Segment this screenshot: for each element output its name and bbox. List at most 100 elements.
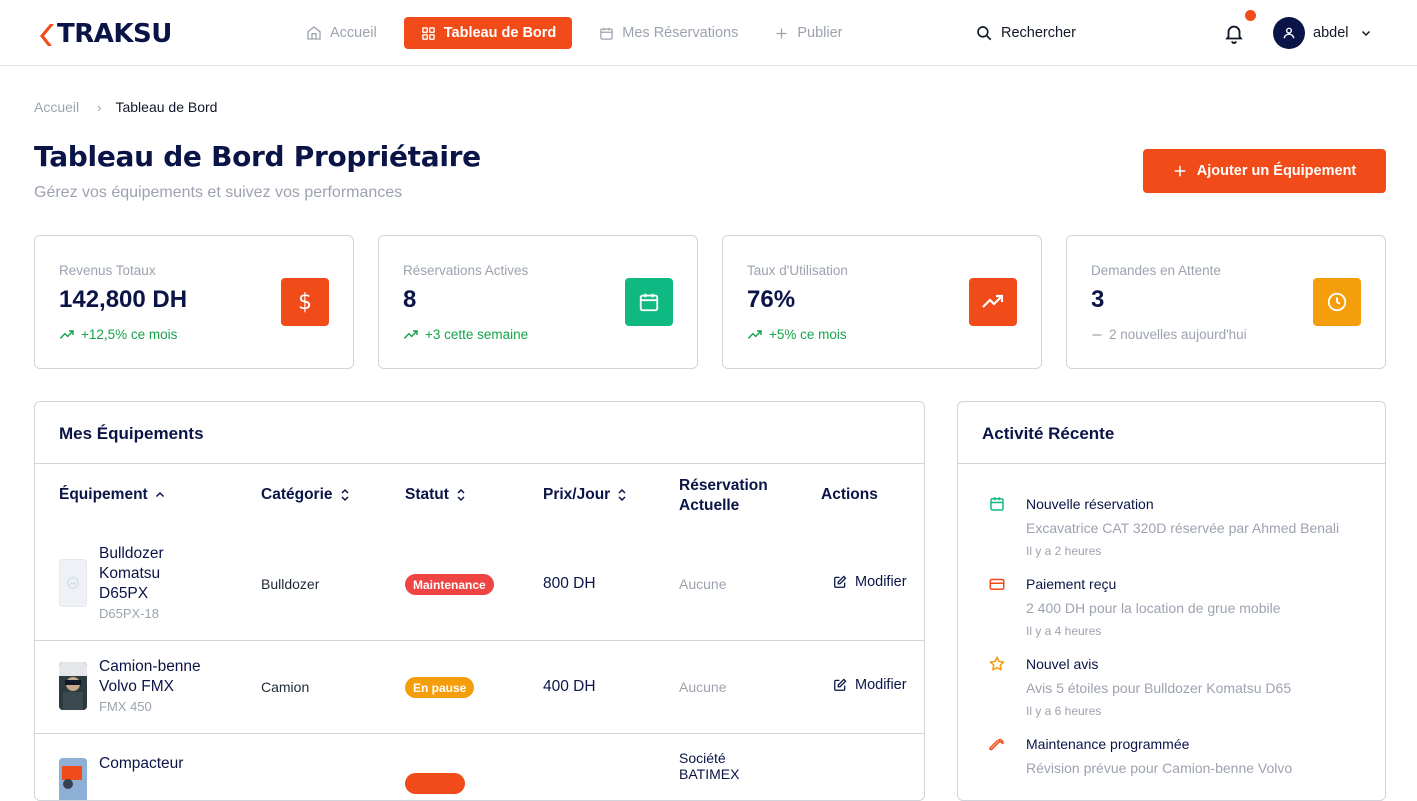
page-subtitle: Gérez vos équipements et suivez vos perf…: [34, 184, 403, 201]
modify-label: Modifier: [855, 677, 907, 693]
search-button[interactable]: Rechercher: [975, 24, 1076, 42]
status-badge: En pause: [405, 677, 475, 698]
nav-item-tableau-de-bord[interactable]: Tableau de Bord: [403, 17, 573, 49]
activity-time: Il y a 4 heures: [1026, 624, 1102, 638]
column-price[interactable]: Prix/Jour: [543, 486, 628, 504]
image-placeholder-icon: [67, 577, 79, 589]
add-equipment-button[interactable]: Ajouter un Équipement: [1143, 149, 1386, 193]
notification-dot: [1245, 10, 1256, 21]
activity-time: Il y a 2 heures: [1026, 544, 1102, 558]
user-icon: [1283, 27, 1295, 39]
equipment-model: D65PX-18: [99, 606, 159, 621]
minus-icon: [1092, 333, 1102, 336]
trend-up-icon: [59, 329, 74, 339]
wrench-icon: [989, 738, 1004, 751]
column-category[interactable]: Catégorie: [261, 486, 351, 504]
status-badge: Maintenance: [405, 574, 494, 595]
column-label: Réservation Actuelle: [679, 477, 768, 514]
stat-value: 76%: [747, 286, 796, 313]
user-menu[interactable]: abdel: [1273, 17, 1372, 49]
activity-time: Il y a 6 heures: [1026, 704, 1102, 718]
brand-logo[interactable]: TRAKSU: [38, 19, 172, 49]
column-label: Équipement: [59, 486, 148, 503]
calendar-icon: [600, 27, 614, 40]
nav-label: Publier: [797, 25, 843, 41]
chevron-up-icon: [155, 491, 164, 498]
stat-card-reservations: Réservations Actives 8 +3 cette semaine: [378, 235, 698, 369]
trend-up-icon: [982, 294, 1004, 308]
nav-item-accueil[interactable]: Accueil: [297, 17, 386, 49]
chevron-down-icon: [1362, 30, 1371, 37]
equipment-category: Camion: [261, 679, 310, 695]
equipment-price: 400 DH: [543, 678, 596, 695]
stat-value: 142,800 DH: [59, 286, 188, 313]
activity-description: Avis 5 étoiles pour Bulldozer Komatsu D6…: [1026, 680, 1292, 696]
avatar: [1273, 17, 1305, 49]
stat-label: Demandes en Attente: [1091, 263, 1221, 278]
trend-up-icon: [403, 329, 418, 339]
equipment-name[interactable]: Camion-benne Volvo FMX: [99, 657, 209, 697]
column-label: Actions: [821, 486, 878, 503]
sort-icon: [457, 488, 465, 502]
sort-icon: [340, 488, 349, 502]
activity-description: Révision prévue pour Camion-benne Volvo: [1026, 760, 1293, 776]
calendar-icon: [990, 497, 1004, 511]
activity-panel: Activité Récente Nouvelle réservation Ex…: [957, 401, 1386, 801]
activity-panel-title: Activité Récente: [982, 424, 1115, 443]
column-label: Prix/Jour: [543, 486, 611, 503]
truck-photo-icon: [59, 662, 87, 710]
clock-icon: [1327, 292, 1347, 312]
modify-label: Modifier: [855, 574, 907, 590]
dollar-icon: $: [298, 289, 312, 315]
equipment-model: FMX 450: [99, 699, 152, 714]
main-nav: Accueil Tableau de Bord Mes Réservations…: [297, 17, 869, 49]
column-status[interactable]: Statut: [405, 486, 467, 504]
nav-item-publier[interactable]: Publier: [765, 17, 851, 49]
equipment-reservation: Aucune: [679, 576, 727, 592]
activity-description: 2 400 DH pour la location de grue mobile: [1026, 600, 1281, 616]
brand-name: TRAKSU: [57, 19, 172, 49]
column-label: Catégorie: [261, 486, 333, 503]
activity-title: Nouvel avis: [1026, 656, 1099, 672]
equipment-category: Bulldozer: [261, 576, 320, 592]
column-equipment[interactable]: Équipement: [59, 486, 166, 504]
equipment-name[interactable]: Compacteur: [99, 754, 299, 774]
equipment-name[interactable]: Bulldozer Komatsu D65PX: [99, 544, 209, 604]
edit-icon: [834, 575, 847, 588]
top-navbar: TRAKSU Accueil Tableau de Bord Mes Réser…: [0, 0, 1417, 66]
plus-icon: [1174, 165, 1185, 177]
equipment-reservation: Aucune: [679, 679, 727, 695]
stat-delta-text: +12,5% ce mois: [81, 327, 178, 342]
trend-up-icon: [747, 329, 762, 339]
activity-title: Nouvelle réservation: [1026, 496, 1154, 512]
stat-delta: +12,5% ce mois: [59, 327, 177, 342]
star-icon: [989, 656, 1005, 671]
stat-label: Réservations Actives: [403, 263, 529, 278]
stat-delta-text: +3 cette semaine: [425, 327, 529, 342]
grid-icon: [421, 26, 435, 40]
modify-button[interactable]: Modifier: [833, 677, 907, 693]
stat-card-pending: Demandes en Attente 3 2 nouvelles aujour…: [1066, 235, 1386, 369]
stat-card-utilisation: Taux d'Utilisation 76% +5% ce mois: [722, 235, 1042, 369]
modify-button[interactable]: Modifier: [833, 574, 907, 590]
nav-item-reservations[interactable]: Mes Réservations: [590, 17, 747, 49]
divider: [958, 463, 1385, 464]
stat-delta: 2 nouvelles aujourd'hui: [1091, 327, 1247, 342]
equipment-reservation: Société BATIMEX: [679, 750, 740, 782]
equipment-thumbnail: [59, 559, 87, 607]
stat-label: Revenus Totaux: [59, 263, 156, 278]
home-icon: [307, 26, 321, 40]
stat-value: 8: [403, 286, 417, 313]
search-label: Rechercher: [1001, 25, 1076, 41]
stat-icon-box: [1313, 278, 1361, 326]
nav-label: Accueil: [330, 25, 377, 41]
equipment-panel: Mes Équipements Équipement Catégorie Sta…: [34, 401, 925, 801]
stat-value: 3: [1091, 286, 1105, 313]
search-icon: [977, 26, 992, 41]
edit-icon: [834, 678, 847, 691]
bell-icon[interactable]: [1223, 22, 1245, 44]
breadcrumb-home[interactable]: Accueil: [34, 99, 79, 115]
activity-title: Maintenance programmée: [1026, 736, 1190, 752]
compactor-photo-icon: [59, 758, 87, 800]
credit-card-icon: [989, 578, 1005, 590]
